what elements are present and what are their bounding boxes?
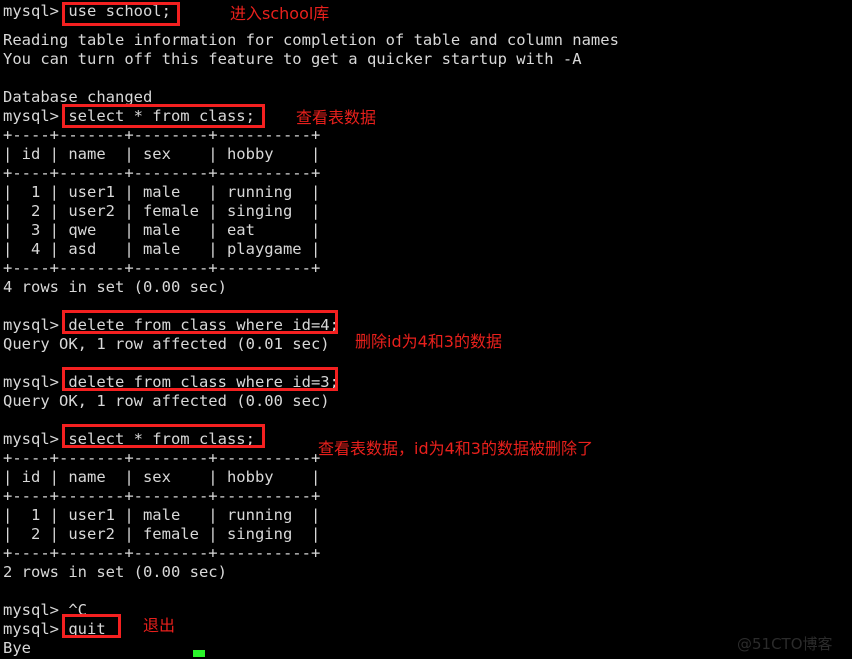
terminal-line: mysql> delete from class where id=3; xyxy=(3,373,339,391)
terminal-line: +----+-------+--------+----------+ xyxy=(3,544,321,562)
terminal-line: mysql> quit xyxy=(3,620,106,638)
terminal-line: +----+-------+--------+----------+ xyxy=(3,259,321,277)
annotation-delete-id-4-and-3: 删除id为4和3的数据 xyxy=(355,332,502,351)
terminal-line: | 2 | user2 | female | singing | xyxy=(3,525,321,543)
terminal-line: | 1 | user1 | male | running | xyxy=(3,183,321,201)
terminal-line: Query OK, 1 row affected (0.00 sec) xyxy=(3,392,330,410)
terminal-line: | id | name | sex | hobby | xyxy=(3,145,321,163)
terminal-line: | 3 | qwe | male | eat | xyxy=(3,221,321,239)
terminal-line: | 1 | user1 | male | running | xyxy=(3,506,321,524)
terminal-line: | id | name | sex | hobby | xyxy=(3,468,321,486)
terminal-line: Bye xyxy=(3,639,31,657)
annotation-view-table-data: 查看表数据 xyxy=(296,108,377,127)
terminal-line: You can turn off this feature to get a q… xyxy=(3,50,582,68)
terminal-line: Database changed xyxy=(3,88,153,106)
terminal-line: mysql> select * from class; xyxy=(3,430,255,448)
annotation-enter-school-db: 进入school库 xyxy=(230,4,330,23)
terminal-line: | 2 | user2 | female | singing | xyxy=(3,202,321,220)
terminal-line: +----+-------+--------+----------+ xyxy=(3,164,321,182)
terminal-line: mysql> ^C xyxy=(3,601,87,619)
terminal-line: Reading table information for completion… xyxy=(3,31,619,49)
terminal-window[interactable]: mysql> use school; Reading table informat… xyxy=(0,0,852,659)
terminal-line: 2 rows in set (0.00 sec) xyxy=(3,563,227,581)
watermark-label: @51CTO博客 xyxy=(737,635,833,653)
terminal-line: mysql> delete from class where id=4; xyxy=(3,316,339,334)
terminal-line: +----+-------+--------+----------+ xyxy=(3,449,321,467)
annotation-view-after-delete: 查看表数据，id为4和3的数据被删除了 xyxy=(318,439,593,458)
terminal-line: 4 rows in set (0.00 sec) xyxy=(3,278,227,296)
terminal-line: +----+-------+--------+----------+ xyxy=(3,126,321,144)
terminal-line: Query OK, 1 row affected (0.01 sec) xyxy=(3,335,330,353)
terminal-line: | 4 | asd | male | playgame | xyxy=(3,240,321,258)
terminal-cursor xyxy=(193,650,205,657)
annotation-exit-note: 退出 xyxy=(143,616,176,635)
terminal-line: +----+-------+--------+----------+ xyxy=(3,487,321,505)
terminal-line: mysql> use school; xyxy=(3,2,171,20)
terminal-line: mysql> select * from class; xyxy=(3,107,255,125)
